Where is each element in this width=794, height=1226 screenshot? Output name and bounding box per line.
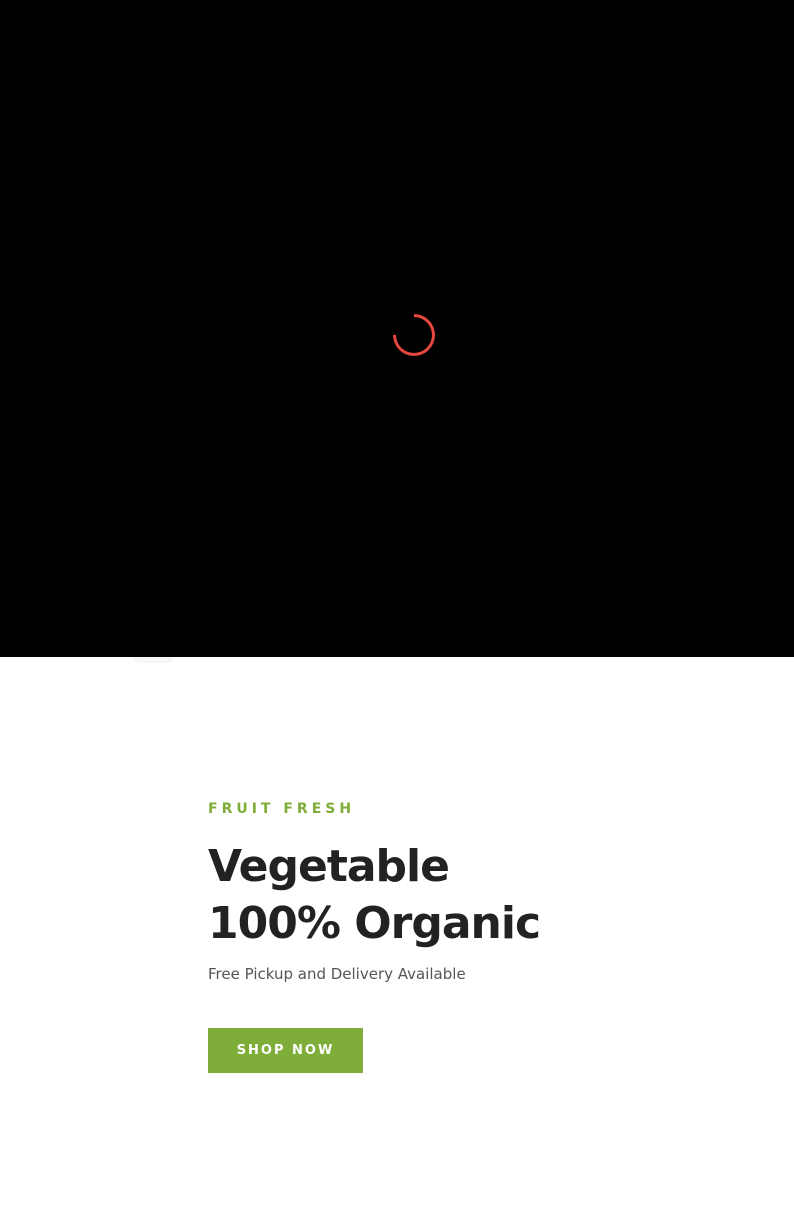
hero-eyebrow: FRUIT FRESH — [208, 801, 356, 817]
hero-headline-line1: Vegetable — [208, 841, 450, 892]
header-contact-text-fragment — [216, 651, 234, 659]
hero-headline-line2: 100% Organic — [208, 898, 541, 949]
page: FRUIT FRESH Vegetable 100% Organic Free … — [0, 0, 794, 1226]
header-contact-icon — [133, 657, 173, 663]
preloader-overlay — [0, 0, 794, 657]
loading-spinner-icon — [384, 305, 444, 365]
hero-subtext: Free Pickup and Delivery Available — [208, 965, 466, 983]
shop-now-button[interactable]: SHOP NOW — [208, 1028, 363, 1073]
hero-headline: Vegetable 100% Organic — [208, 838, 728, 952]
hero-banner: FRUIT FRESH Vegetable 100% Organic Free … — [208, 800, 728, 1073]
